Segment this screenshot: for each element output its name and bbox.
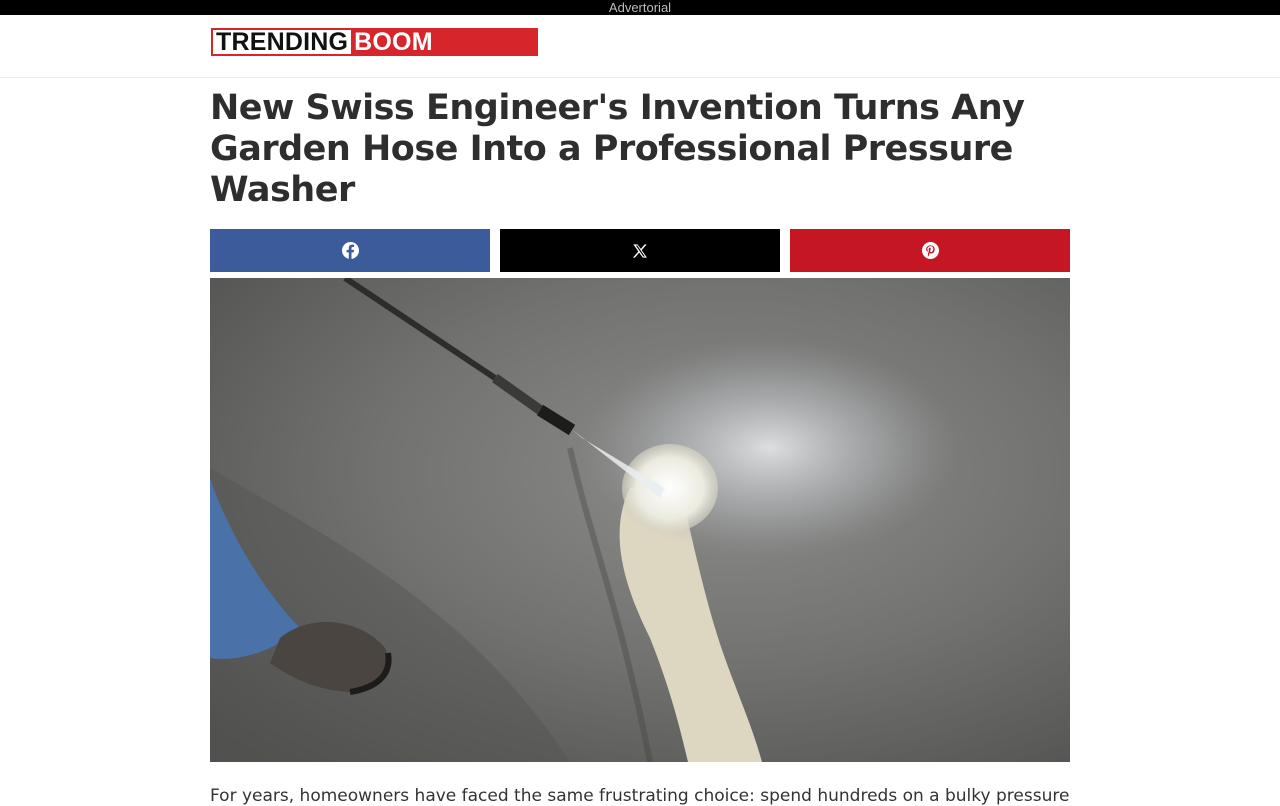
logo-text-trending: TRENDING	[213, 30, 352, 55]
site-header: TRENDING BOOM	[0, 15, 1280, 78]
logo-text-boom: BOOM	[351, 30, 536, 55]
article-title: New Swiss Engineer's Invention Turns Any…	[210, 88, 1025, 210]
share-x-button[interactable]	[500, 229, 780, 272]
advertorial-label: Advertorial	[608, 0, 672, 15]
facebook-icon	[341, 242, 359, 259]
pinterest-icon	[921, 242, 939, 259]
share-pinterest-button[interactable]	[790, 229, 1070, 272]
site-logo[interactable]: TRENDING BOOM	[211, 28, 538, 56]
share-facebook-button[interactable]	[210, 229, 490, 272]
share-bar	[210, 229, 1070, 272]
x-icon	[632, 243, 647, 258]
pressure-washer-photo	[210, 278, 1070, 762]
article: New Swiss Engineer's Invention Turns Any…	[210, 78, 1070, 762]
article-intro: For years, homeowners have faced the sam…	[210, 786, 1070, 806]
hero-image	[210, 278, 1070, 762]
advertorial-banner: Advertorial	[0, 0, 1280, 15]
